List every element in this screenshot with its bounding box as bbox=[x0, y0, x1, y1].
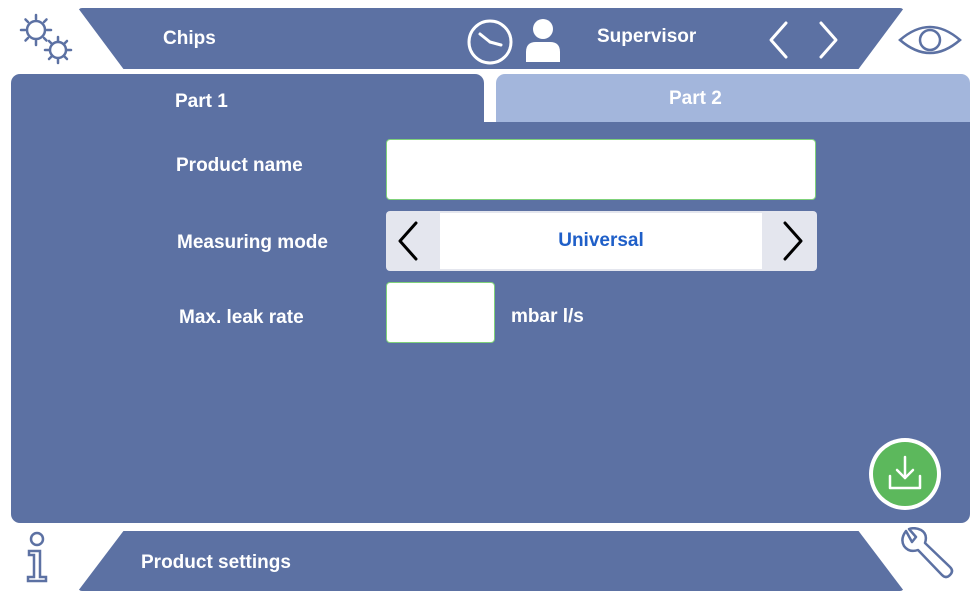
measuring-mode-label: Measuring mode bbox=[177, 232, 328, 253]
tab-part-1-label: Part 1 bbox=[175, 91, 228, 112]
page-title: Chips bbox=[163, 28, 216, 49]
mode-next-icon[interactable] bbox=[779, 220, 807, 262]
footer-title: Product settings bbox=[141, 552, 291, 573]
mode-prev-icon[interactable] bbox=[394, 220, 422, 262]
info-icon[interactable] bbox=[20, 531, 54, 583]
chevron-right-icon[interactable] bbox=[815, 20, 841, 60]
tab-part-2[interactable] bbox=[496, 74, 970, 123]
clock-icon[interactable] bbox=[465, 17, 515, 67]
user-icon[interactable] bbox=[524, 18, 562, 62]
download-icon[interactable] bbox=[887, 454, 923, 492]
gears-icon[interactable] bbox=[14, 10, 78, 68]
chevron-left-icon[interactable] bbox=[766, 20, 792, 60]
max-leak-rate-input[interactable] bbox=[386, 282, 495, 343]
measuring-mode-value[interactable]: Universal bbox=[440, 230, 762, 252]
max-leak-rate-label: Max. leak rate bbox=[179, 307, 304, 328]
product-name-input[interactable] bbox=[386, 139, 816, 200]
eye-icon[interactable] bbox=[897, 20, 963, 60]
product-name-label: Product name bbox=[176, 155, 303, 176]
wrench-icon[interactable] bbox=[898, 527, 956, 583]
user-name[interactable]: Supervisor bbox=[597, 26, 696, 48]
leak-rate-unit: mbar l/s bbox=[511, 306, 584, 327]
tab-part-2-label: Part 2 bbox=[669, 88, 722, 109]
